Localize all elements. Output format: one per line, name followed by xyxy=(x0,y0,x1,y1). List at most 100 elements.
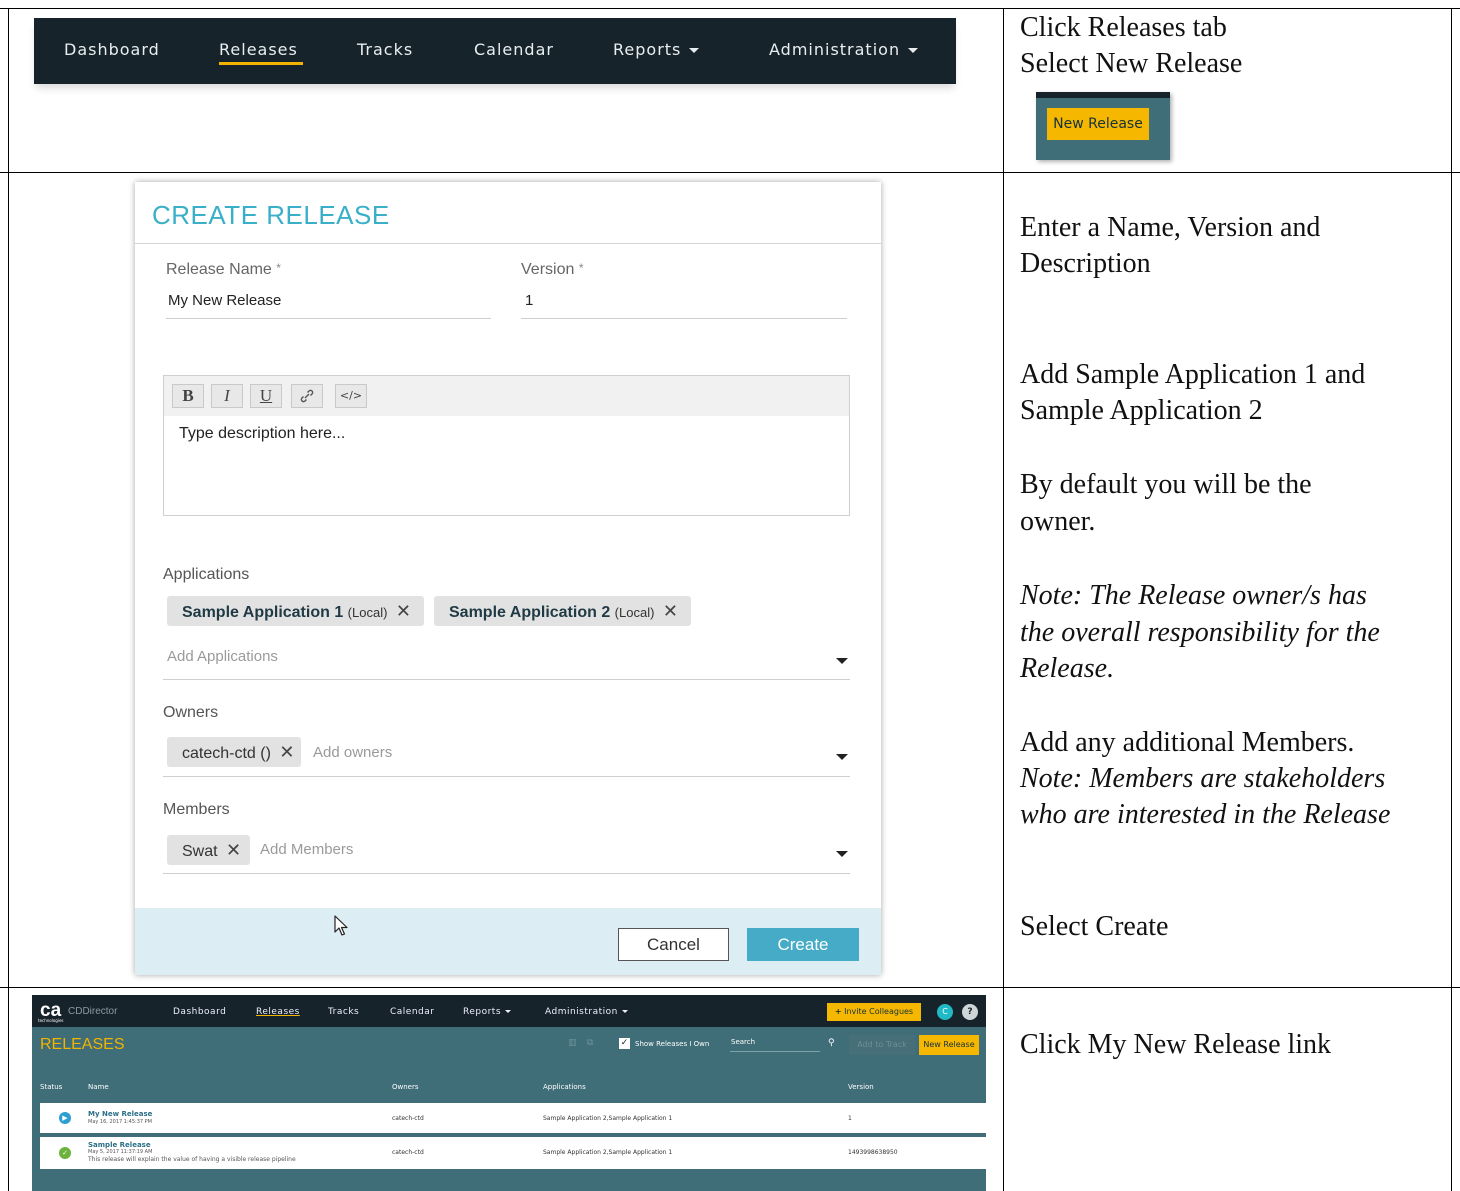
chevron-down-icon[interactable] xyxy=(836,658,848,664)
instruction-note: Note: Members are stakeholders xyxy=(1020,763,1386,794)
table-row[interactable]: ▶ My New Release May 16, 2017 1:45:37 PM… xyxy=(40,1103,986,1133)
italic-button[interactable]: I xyxy=(211,384,243,408)
invite-colleagues-button[interactable]: + Invite Colleagues xyxy=(827,1003,921,1021)
nav-reports[interactable]: Reports xyxy=(613,40,700,59)
applications-underline xyxy=(163,679,850,680)
divider xyxy=(135,243,881,244)
chevron-down-icon[interactable] xyxy=(836,754,848,760)
nav-reports-label: Reports xyxy=(463,1007,502,1017)
nav-tracks[interactable]: Tracks xyxy=(328,1007,359,1017)
release-date: May 16, 2017 1:45:37 PM xyxy=(88,1119,152,1125)
instruction-note: the overall responsibility for the xyxy=(1020,617,1380,648)
version-underline xyxy=(521,318,847,319)
release-name-input[interactable]: My New Release xyxy=(168,292,281,309)
chip-name: catech-ctd () xyxy=(182,745,271,762)
nav-releases[interactable]: Releases xyxy=(256,1007,300,1017)
table-column-divider xyxy=(1003,8,1004,1191)
column-header-owners[interactable]: Owners xyxy=(392,1083,419,1091)
table-row[interactable]: ✓ Sample Release May 5, 2017 11:37:19 AM… xyxy=(40,1137,986,1169)
member-chip: Swat ✕ xyxy=(167,835,250,865)
nav-administration[interactable]: Administration xyxy=(769,40,919,59)
release-description: This release will explain the value of h… xyxy=(88,1156,296,1163)
cancel-button[interactable]: Cancel xyxy=(618,928,729,961)
description-editor: B I U </> Type description here... xyxy=(163,375,850,516)
create-button[interactable]: Create xyxy=(747,928,859,961)
check-icon: ✓ xyxy=(620,1038,629,1048)
chevron-down-icon[interactable] xyxy=(836,851,848,857)
new-release-button[interactable]: New Release xyxy=(919,1035,979,1055)
new-release-button[interactable]: New Release xyxy=(1047,108,1149,140)
version-input[interactable]: 1 xyxy=(525,292,533,309)
instruction-text: Enter a Name, Version and xyxy=(1020,212,1321,243)
column-header-name[interactable]: Name xyxy=(88,1083,109,1091)
search-input[interactable]: Search xyxy=(731,1038,755,1046)
add-members-input[interactable]: Add Members xyxy=(260,841,353,858)
plus-icon: + xyxy=(834,1007,842,1016)
help-icon[interactable]: ? xyxy=(962,1004,978,1020)
add-owners-input[interactable]: Add owners xyxy=(313,744,392,761)
description-input[interactable]: Type description here... xyxy=(179,425,345,443)
add-applications-input[interactable]: Add Applications xyxy=(167,648,278,665)
release-applications: Sample Application 2,Sample Application … xyxy=(543,1149,673,1156)
code-button[interactable]: </> xyxy=(335,384,367,408)
release-name-link[interactable]: Sample Release xyxy=(88,1141,151,1149)
table-border-top xyxy=(0,8,1460,9)
nav-dashboard[interactable]: Dashboard xyxy=(64,40,160,59)
avatar[interactable]: C xyxy=(937,1004,953,1020)
version-label: Version * xyxy=(521,261,584,279)
product-name: CDDirector xyxy=(68,1006,118,1017)
nav-administration[interactable]: Administration xyxy=(545,1007,628,1017)
nav-releases[interactable]: Releases xyxy=(219,40,298,59)
new-release-thumbnail: New Release xyxy=(1036,92,1170,160)
version-label-text: Version xyxy=(521,261,575,278)
table-row-divider xyxy=(0,172,1460,173)
show-own-checkbox[interactable]: ✓ xyxy=(619,1038,630,1049)
instruction-note: Release. xyxy=(1020,653,1115,684)
instruction-note: Note: The Release owner/s has xyxy=(1020,580,1367,611)
play-icon: ▶ xyxy=(59,1112,71,1124)
dialog-footer: Cancel Create xyxy=(135,908,881,975)
required-marker: * xyxy=(276,261,281,275)
link-icon xyxy=(300,389,314,403)
table-row-divider xyxy=(0,987,1460,988)
close-icon[interactable]: ✕ xyxy=(226,840,241,860)
instruction-text: Select New Release xyxy=(1020,48,1243,79)
release-owners: catech-ctd xyxy=(392,1149,424,1156)
required-marker: * xyxy=(578,261,584,275)
release-name-underline xyxy=(166,318,491,319)
close-icon[interactable]: ✕ xyxy=(663,601,678,621)
underline-button[interactable]: U xyxy=(250,384,282,408)
column-header-applications[interactable]: Applications xyxy=(543,1083,586,1091)
invite-label: Invite Colleagues xyxy=(844,1007,914,1016)
column-header-version[interactable]: Version xyxy=(848,1083,874,1091)
release-name-link[interactable]: My New Release xyxy=(88,1110,152,1118)
table-border-right xyxy=(1451,8,1452,1191)
nav-reports-label: Reports xyxy=(613,40,682,59)
copy-icon[interactable]: ⧉ xyxy=(587,1038,593,1048)
ca-logo-subtext: technologies xyxy=(38,1018,64,1023)
trash-icon[interactable]: ▥ xyxy=(568,1038,577,1048)
link-button[interactable] xyxy=(291,384,323,408)
bold-button[interactable]: B xyxy=(172,384,204,408)
add-to-track-button[interactable]: Add to Track xyxy=(849,1035,915,1055)
close-icon[interactable]: ✕ xyxy=(396,601,411,621)
chip-scope: (Local) xyxy=(614,605,655,620)
nav-calendar[interactable]: Calendar xyxy=(474,40,554,59)
mouse-cursor-icon xyxy=(334,915,348,936)
check-circle-icon: ✓ xyxy=(59,1147,71,1159)
application-chip: Sample Application 2 (Local) ✕ xyxy=(434,596,691,626)
release-version: 1493998638950 xyxy=(848,1149,898,1156)
close-icon[interactable]: ✕ xyxy=(279,742,294,762)
release-name-label-text: Release Name xyxy=(166,261,272,278)
nav-reports[interactable]: Reports xyxy=(463,1007,512,1017)
nav-calendar[interactable]: Calendar xyxy=(390,1007,434,1017)
instruction-text: Select Create xyxy=(1020,911,1169,942)
nav-tracks[interactable]: Tracks xyxy=(357,40,413,59)
column-header-status[interactable]: Status xyxy=(40,1083,62,1091)
instruction-text: Sample Application 2 xyxy=(1020,395,1263,426)
owners-label: Owners xyxy=(163,704,219,721)
search-icon[interactable]: ⚲ xyxy=(828,1038,835,1048)
nav-dashboard[interactable]: Dashboard xyxy=(173,1007,226,1017)
release-applications: Sample Application 2,Sample Application … xyxy=(543,1115,673,1122)
chip-name: Sample Application 1 xyxy=(182,604,344,621)
